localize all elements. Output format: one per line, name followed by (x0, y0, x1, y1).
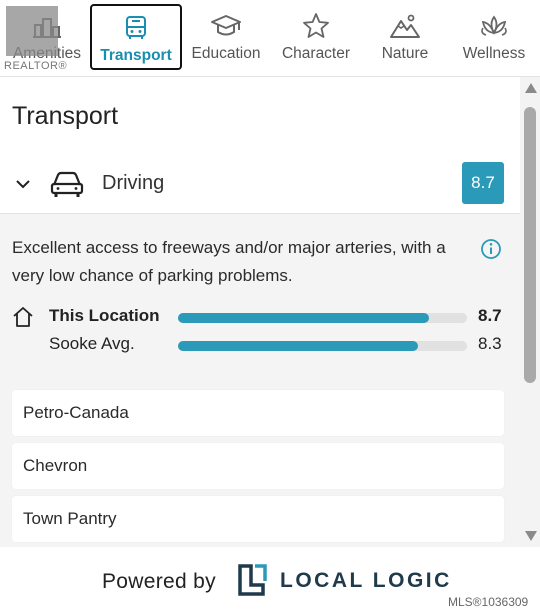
comparison-value: 8.7 (478, 306, 502, 325)
scrollbar[interactable] (520, 77, 540, 547)
transport-panel: Transport Driving 8.7 Excellent access t… (0, 77, 520, 547)
footer: Powered by LOCAL LOGIC MLS®1036309 (0, 547, 540, 611)
comparison-label: Sooke Avg. (49, 334, 135, 353)
comparison-label: This Location (49, 306, 160, 325)
star-icon (302, 12, 330, 40)
driving-details: Excellent access to freeways and/or majo… (0, 214, 520, 547)
graduation-cap-icon (210, 12, 242, 40)
scrollbar-thumb[interactable] (524, 107, 536, 383)
tab-transport[interactable]: Transport (90, 4, 182, 70)
scroll-up-arrow-icon[interactable] (525, 83, 537, 93)
bus-icon (122, 14, 150, 42)
tab-education-label: Education (191, 45, 261, 62)
comparison-row-this-location: This Location 8.7 (12, 304, 507, 330)
tab-education[interactable]: Education (182, 4, 270, 70)
mls-watermark: MLS®1036309 (448, 595, 529, 609)
tab-nature-label: Nature (381, 45, 429, 62)
driving-label: Driving (102, 172, 165, 194)
place-list-item[interactable]: Petro-Canada (12, 390, 504, 436)
realtor-logo-mark (6, 6, 58, 56)
tab-character[interactable]: Character (270, 4, 362, 70)
comparison-value: 8.3 (478, 334, 502, 353)
score-bar-fill (178, 341, 418, 351)
local-logic-logo-icon (237, 563, 269, 602)
score-bar-track (178, 341, 467, 351)
place-name: Town Pantry (23, 509, 117, 528)
tab-wellness[interactable]: Wellness (448, 4, 540, 70)
local-logic-brand: LOCAL LOGIC (280, 569, 452, 592)
driving-description: Excellent access to freeways and/or majo… (12, 238, 446, 285)
tab-character-label: Character (281, 45, 351, 62)
place-list-item[interactable]: Chevron (12, 443, 504, 489)
score-bar-track (178, 313, 467, 323)
realtor-watermark-text: REALTOR® (4, 60, 68, 72)
lotus-icon (478, 12, 510, 40)
powered-by-text: Powered by (102, 570, 216, 593)
driving-score-badge: 8.7 (462, 162, 504, 204)
tab-wellness-label: Wellness (462, 45, 526, 62)
driving-section-header[interactable]: Driving 8.7 (0, 157, 520, 214)
category-tab-bar: Amenities REALTOR® Transport Education C… (0, 0, 540, 77)
place-list-item[interactable]: Town Pantry (12, 496, 504, 542)
comparison-row-average: Sooke Avg. 8.3 (12, 332, 507, 358)
mountain-icon (389, 12, 421, 40)
tab-transport-label: Transport (100, 47, 172, 64)
tab-nature[interactable]: Nature (362, 4, 448, 70)
panel-title: Transport (12, 102, 119, 130)
info-icon[interactable] (480, 238, 502, 265)
car-icon (50, 169, 84, 204)
score-bar-fill (178, 313, 430, 323)
scroll-down-arrow-icon[interactable] (525, 531, 537, 541)
home-icon (12, 306, 34, 333)
chevron-down-icon[interactable] (14, 175, 32, 198)
place-name: Chevron (23, 456, 88, 475)
realtor-watermark: REALTOR® (4, 4, 67, 72)
place-name: Petro-Canada (23, 403, 129, 422)
